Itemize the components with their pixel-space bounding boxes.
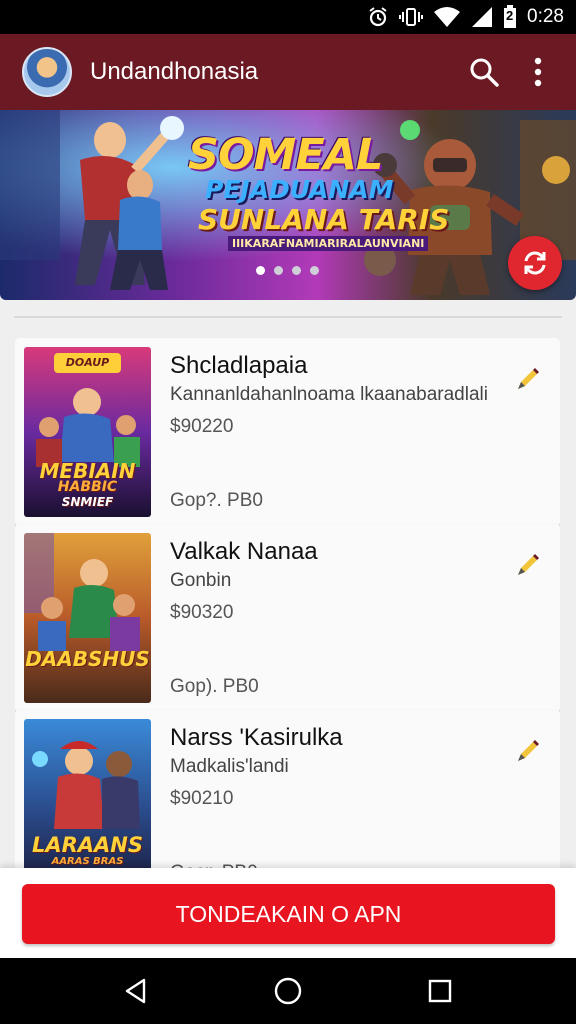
game-subtitle: Madkalis'landi <box>170 756 289 777</box>
thumbnail-text: AARAS BRAS <box>51 856 124 867</box>
game-title: Valkak Nanaa <box>170 538 318 565</box>
carousel-dot[interactable] <box>274 266 283 275</box>
thumbnail-top-text: DOAUP <box>65 356 110 369</box>
banner-title: SOMEAL <box>188 130 383 180</box>
list-item[interactable]: LARAANS AARAS BRAS Narss 'Kasirulka Madk… <box>15 710 560 870</box>
thumbnail-text: HABBIC <box>57 479 118 495</box>
wifi-icon <box>433 6 461 28</box>
promo-banner[interactable]: SOMEAL PEJADUANAM SUNLANA TARIS IIIKARAF… <box>0 110 576 300</box>
edit-button[interactable] <box>513 736 543 766</box>
carousel-indicator[interactable] <box>256 266 319 275</box>
primary-cta-button[interactable]: TONDEAKAIN O APN <box>22 884 555 944</box>
bottom-panel: TONDEAKAIN O APN <box>0 868 576 958</box>
more-vert-icon <box>534 57 542 87</box>
home-icon <box>274 977 302 1005</box>
edit-icon <box>518 368 539 389</box>
game-price: $90320 <box>170 602 234 623</box>
list-item[interactable]: DAABSHUS Valkak Nanaa Gonbin $90320 Gор)… <box>15 524 560 712</box>
game-thumbnail[interactable]: LARAANS AARAS BRAS <box>24 719 151 870</box>
home-button[interactable] <box>264 967 312 1015</box>
game-thumbnail[interactable]: DOAUP MEBIAIN HABBIC SNMIEF <box>24 347 151 517</box>
carousel-dot[interactable] <box>256 266 265 275</box>
banner-tagline: IIIKARAFNAMIARIRALAUNVIANI <box>228 236 429 251</box>
thumbnail-text: DAABSHUS <box>25 647 150 671</box>
banner-subtitle-2: SUNLANA TARIS <box>198 203 450 236</box>
more-options-button[interactable] <box>518 52 558 92</box>
back-button[interactable] <box>112 967 160 1015</box>
banner-subtitle-1: PEJADUANAM <box>205 175 394 204</box>
divider <box>14 316 562 318</box>
alarm-icon <box>367 6 389 28</box>
battery-icon: 2 <box>503 5 517 29</box>
game-list[interactable]: DOAUP MEBIAIN HABBIC SNMIEF Shcladlapaia… <box>15 338 560 870</box>
screen: 2 0:28 Undandhonasia SOMEAL PEJADUANAM S… <box>0 0 576 1024</box>
game-meta: Gор). РВ0 <box>170 676 259 697</box>
vibrate-icon <box>399 6 424 28</box>
list-item[interactable]: DOAUP MEBIAIN HABBIC SNMIEF Shcladlapaia… <box>15 338 560 526</box>
refresh-button[interactable] <box>508 236 562 290</box>
recents-button[interactable] <box>416 967 464 1015</box>
signal-icon <box>471 6 493 28</box>
game-price: $90210 <box>170 788 234 809</box>
game-subtitle: Gonbin <box>170 570 232 591</box>
game-thumbnail[interactable]: DAABSHUS <box>24 533 151 703</box>
game-title: Shcladlapaia <box>170 352 308 379</box>
game-title: Narss 'Kasirulka <box>170 724 343 751</box>
system-nav-bar <box>0 958 576 1024</box>
app-title: Undandhonasia <box>90 58 259 85</box>
edit-button[interactable] <box>513 364 543 394</box>
refresh-icon <box>524 251 546 275</box>
back-icon <box>125 978 146 1004</box>
app-bar: Undandhonasia <box>0 34 576 110</box>
search-icon <box>470 58 499 87</box>
carousel-dot[interactable] <box>310 266 319 275</box>
edit-icon <box>518 740 539 761</box>
battery-level: 2 <box>506 8 514 23</box>
game-meta: Gор?. РВ0 <box>170 490 263 511</box>
carousel-dot[interactable] <box>292 266 301 275</box>
edit-button[interactable] <box>513 550 543 580</box>
status-bar: 2 0:28 <box>0 0 576 34</box>
game-subtitle: Kannanldahanlnoama lkaanabaradlali <box>170 384 488 405</box>
recents-icon <box>428 979 452 1003</box>
game-price: $90220 <box>170 416 234 437</box>
thumbnail-text: LARAANS <box>31 833 143 857</box>
status-time: 0:28 <box>527 6 564 27</box>
app-avatar[interactable] <box>22 47 72 97</box>
thumbnail-text: SNMIEF <box>61 495 114 509</box>
edit-icon <box>518 554 539 575</box>
search-button[interactable] <box>464 52 504 92</box>
